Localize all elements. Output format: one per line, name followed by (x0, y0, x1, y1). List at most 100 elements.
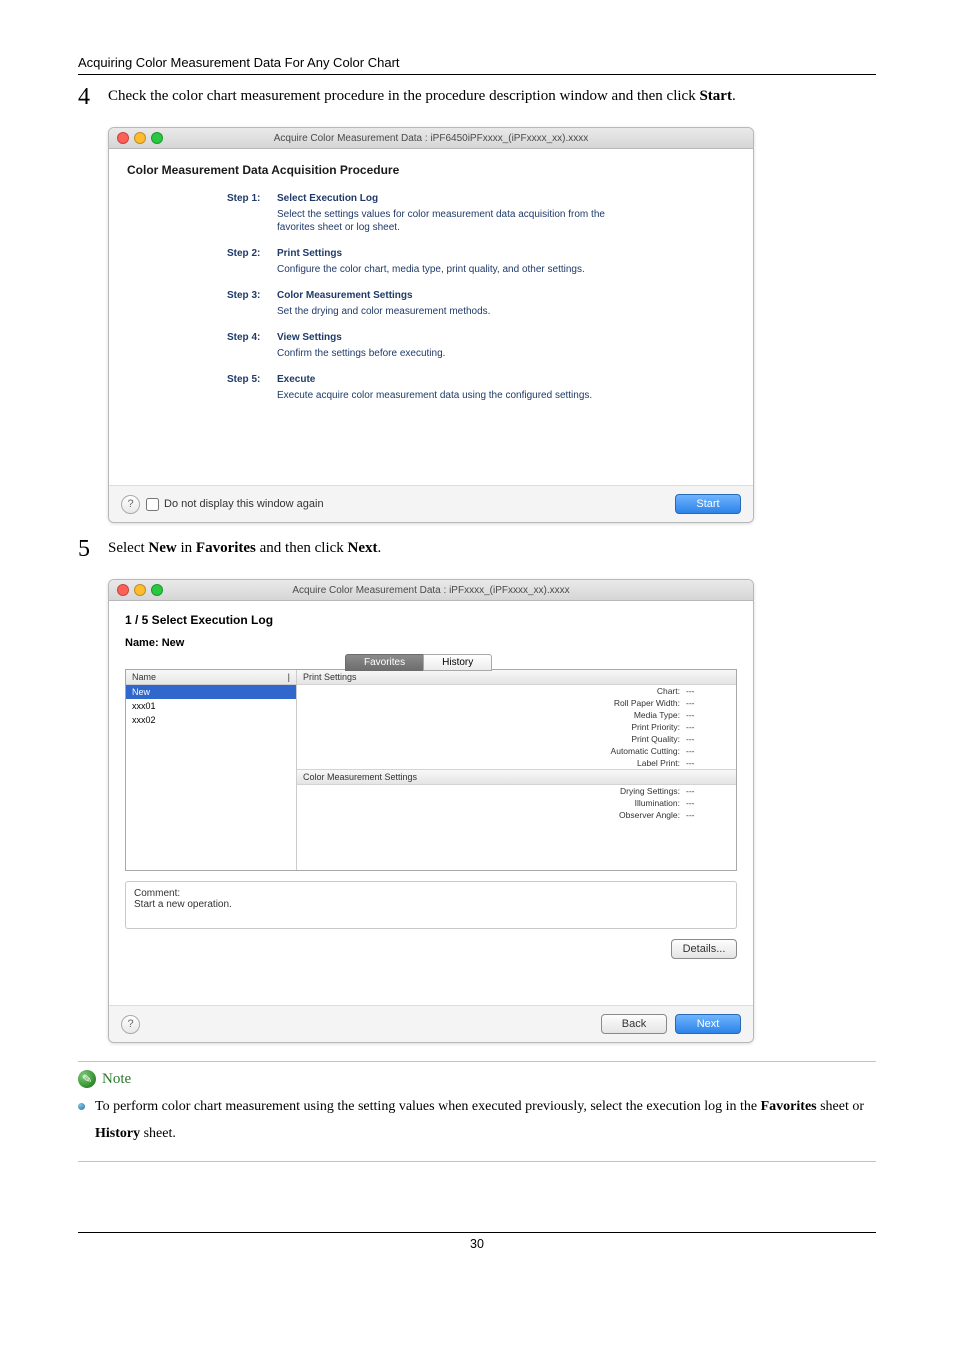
close-icon[interactable] (117, 584, 129, 596)
print-settings-head: Print Settings (297, 670, 736, 685)
nav-buttons: Back Next (601, 1014, 741, 1034)
note-title: Note (102, 1071, 131, 1088)
help-icon[interactable]: ? (121, 1015, 140, 1034)
step-number: 5 (78, 537, 108, 561)
tab-favorites[interactable]: Favorites (345, 654, 423, 671)
text: Select (108, 540, 148, 556)
color-measurement-head: Color Measurement Settings (297, 769, 736, 785)
kv-val: --- (686, 746, 730, 756)
note-text: To perform color chart measurement using… (95, 1094, 876, 1147)
col-name: Name (132, 672, 156, 682)
note-item: To perform color chart measurement using… (78, 1094, 876, 1147)
favorites-row[interactable]: xxx02 (126, 713, 296, 727)
minimize-icon[interactable] (134, 584, 146, 596)
window-footer: ? Back Next (109, 1005, 753, 1042)
text: sheet or (817, 1099, 864, 1114)
kv-key: Chart: (303, 686, 686, 696)
tab-history[interactable]: History (423, 654, 492, 671)
back-button[interactable]: Back (601, 1014, 667, 1034)
comment-box: Comment: Start a new operation. (125, 881, 737, 929)
help-icon[interactable]: ? (121, 495, 140, 514)
favorites-details: Print Settings Chart:--- Roll Paper Widt… (297, 670, 736, 870)
window-body: Color Measurement Data Acquisition Proce… (109, 149, 753, 485)
page: Acquiring Color Measurement Data For Any… (0, 0, 954, 1281)
procedure-step-title: Color Measurement Settings (277, 290, 735, 301)
kv-val: --- (686, 686, 730, 696)
favorites-window: Acquire Color Measurement Data : iPFxxxx… (108, 579, 754, 1043)
kv-row: Chart:--- (297, 685, 736, 697)
text-bold: Next (348, 540, 378, 556)
next-button[interactable]: Next (675, 1014, 741, 1034)
procedure-step-label: Step 5: (227, 374, 277, 402)
procedure-content: Print Settings Configure the color chart… (277, 248, 735, 276)
page-footer: 30 (78, 1232, 876, 1251)
text-bold: Favorites (761, 1099, 817, 1114)
procedure-step-desc: Confirm the settings before executing. (277, 347, 637, 360)
procedure-item: Step 4: View Settings Confirm the settin… (227, 332, 735, 360)
kv-row: Drying Settings:--- (297, 785, 736, 797)
procedure-content: Color Measurement Settings Set the dryin… (277, 290, 735, 318)
dont-show-again-checkbox[interactable] (146, 498, 159, 511)
kv-val: --- (686, 698, 730, 708)
footer-rule (78, 1232, 876, 1233)
procedure-content: View Settings Confirm the settings befor… (277, 332, 735, 360)
procedure-item: Step 1: Select Execution Log Select the … (227, 193, 735, 234)
note-heading: ✎ Note (78, 1070, 876, 1088)
minimize-icon[interactable] (134, 132, 146, 144)
kv-key: Automatic Cutting: (303, 746, 686, 756)
titlebar: Acquire Color Measurement Data : iPFxxxx… (109, 580, 753, 601)
kv-key: Print Quality: (303, 734, 686, 744)
window-title: Acquire Color Measurement Data : iPFxxxx… (109, 585, 753, 596)
procedure-step-title: Print Settings (277, 248, 735, 259)
kv-row: Illumination:--- (297, 797, 736, 809)
kv-row: Observer Angle:--- (297, 809, 736, 821)
window-heading: 1 / 5 Select Execution Log (125, 613, 737, 627)
zoom-icon[interactable] (151, 584, 163, 596)
step-text: Check the color chart measurement proced… (108, 85, 736, 105)
procedure-step-title: Select Execution Log (277, 193, 735, 204)
traffic-lights (117, 132, 163, 144)
zoom-icon[interactable] (151, 132, 163, 144)
favorites-row[interactable]: xxx01 (126, 699, 296, 713)
text-bold: Favorites (196, 540, 256, 556)
procedure-content: Execute Execute acquire color measuremen… (277, 374, 735, 402)
text-bold: Start (699, 88, 732, 104)
kv-row: Media Type:--- (297, 709, 736, 721)
text: . (732, 88, 736, 104)
procedure-item: Step 5: Execute Execute acquire color me… (227, 374, 735, 402)
text-bold: New (148, 540, 176, 556)
pencil-icon: ✎ (77, 1069, 97, 1089)
kv-val: --- (686, 734, 730, 744)
step-4: 4 Check the color chart measurement proc… (78, 85, 876, 109)
text-bold: History (95, 1126, 140, 1141)
window-footer: ? Do not display this window again Start (109, 485, 753, 522)
titlebar: Acquire Color Measurement Data : iPF6450… (109, 128, 753, 149)
text: Check the color chart measurement proced… (108, 88, 699, 104)
note-block: ✎ Note To perform color chart measuremen… (78, 1061, 876, 1162)
favorites-list-head: Name | (126, 670, 296, 685)
procedure-step-desc: Execute acquire color measurement data u… (277, 389, 637, 402)
favorites-row-selected[interactable]: New (126, 685, 296, 699)
procedure-step-desc: Set the drying and color measurement met… (277, 305, 637, 318)
procedure-step-desc: Configure the color chart, media type, p… (277, 263, 637, 276)
close-icon[interactable] (117, 132, 129, 144)
procedure-step-desc: Select the settings values for color mea… (277, 208, 637, 234)
kv-key: Print Priority: (303, 722, 686, 732)
details-row: Details... (125, 939, 737, 959)
section-title: Acquiring Color Measurement Data For Any… (78, 55, 876, 75)
kv-key: Media Type: (303, 710, 686, 720)
page-number: 30 (470, 1237, 484, 1251)
kv-val: --- (686, 758, 730, 768)
details-button[interactable]: Details... (671, 939, 737, 959)
kv-val: --- (686, 798, 730, 808)
name-value: New (162, 637, 185, 649)
procedure-list: Step 1: Select Execution Log Select the … (227, 193, 735, 402)
kv-row: Print Quality:--- (297, 733, 736, 745)
kv-key: Roll Paper Width: (303, 698, 686, 708)
start-button[interactable]: Start (675, 494, 741, 514)
procedure-item: Step 3: Color Measurement Settings Set t… (227, 290, 735, 318)
window-title: Acquire Color Measurement Data : iPF6450… (109, 133, 753, 144)
col-sep: | (288, 672, 290, 682)
favorites-panel: Name | New xxx01 xxx02 Print Settings Cha… (125, 669, 737, 871)
text: sheet. (140, 1126, 176, 1141)
